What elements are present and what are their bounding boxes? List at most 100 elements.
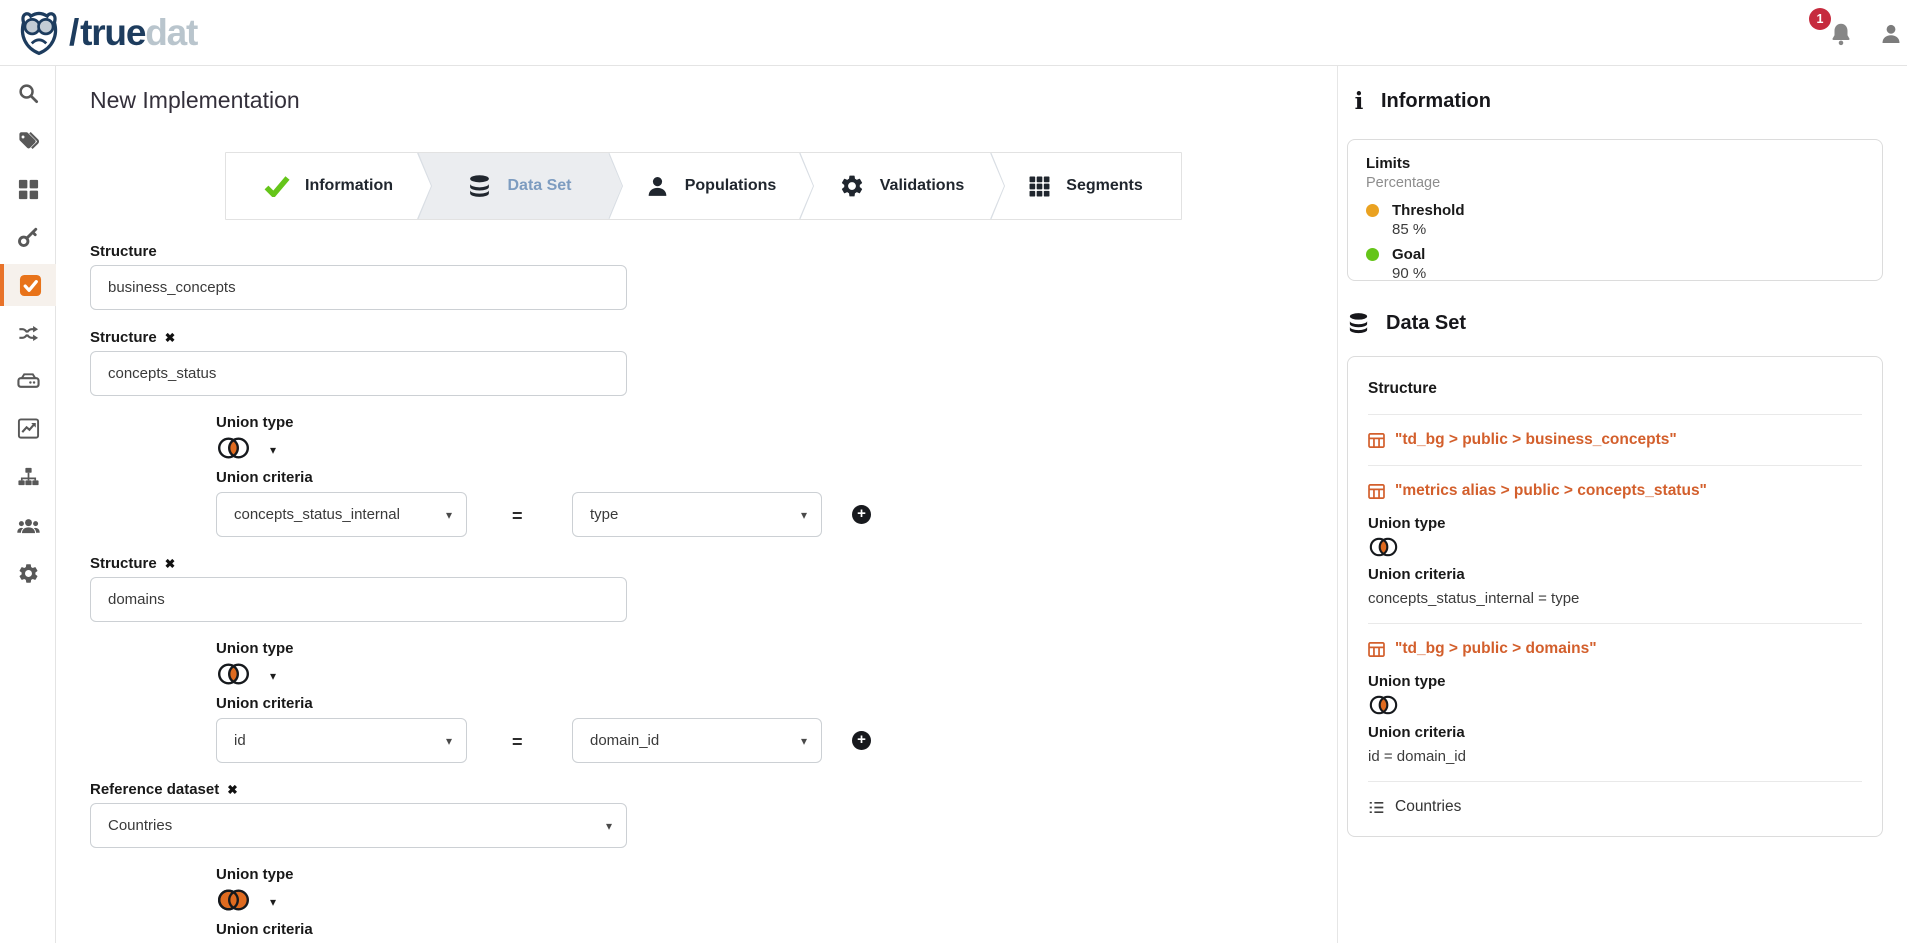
selected-value: domain_id	[590, 732, 659, 749]
limits-title: Limits	[1366, 155, 1864, 172]
sidebar-item-key[interactable]	[0, 215, 56, 257]
union-type-selector[interactable]	[216, 434, 276, 462]
grid-icon	[17, 178, 40, 201]
structure-input-base[interactable]	[90, 265, 627, 310]
tab-validations[interactable]: Validations	[799, 153, 1004, 219]
hard-drive-icon	[17, 370, 40, 393]
structure-label: Structure ✖	[90, 555, 175, 572]
label-text: Union type	[216, 866, 294, 883]
sidebar-item-chart[interactable]	[0, 407, 56, 449]
goal-label: Goal	[1392, 246, 1425, 263]
threshold-dot-icon	[1366, 204, 1379, 217]
structure-node-link[interactable]: "td_bg > public > business_concepts"	[1368, 431, 1862, 449]
reference-name: Countries	[1395, 798, 1461, 816]
tab-data-set[interactable]: Data Set	[417, 153, 622, 219]
brand-true: true	[80, 12, 145, 53]
tab-populations[interactable]: Populations	[608, 153, 813, 219]
union-criteria-right-select[interactable]: type	[572, 492, 822, 537]
database-icon	[467, 174, 492, 199]
brand-dat: dat	[145, 12, 197, 53]
sidebar-item-search[interactable]	[0, 72, 56, 114]
structure-input-join1[interactable]	[90, 351, 627, 396]
union-type-selector[interactable]	[216, 886, 276, 914]
info-icon: i	[1353, 88, 1365, 115]
dataset-panel-title: Data Set	[1347, 312, 1466, 335]
caret-down-icon	[606, 819, 612, 833]
caret-down-icon	[270, 669, 276, 683]
divider	[1368, 465, 1862, 466]
label-text: Structure	[90, 329, 157, 346]
structure-input-join2[interactable]	[90, 577, 627, 622]
tab-label: Populations	[685, 177, 777, 195]
union-type-selector[interactable]	[216, 660, 276, 688]
brand-wordmark: /truedat	[65, 14, 197, 51]
sidebar-item-hard-drive[interactable]	[0, 360, 56, 402]
sidebar-item-sitemap[interactable]	[0, 456, 56, 498]
union-criteria-left-select[interactable]: concepts_status_internal	[216, 492, 467, 537]
add-criteria-button[interactable]	[852, 505, 871, 524]
label-text: Union criteria	[216, 469, 313, 486]
sidebar-item-users[interactable]	[0, 504, 56, 546]
reference-dataset-select[interactable]: Countries	[90, 803, 627, 848]
union-criteria-text: id = domain_id	[1368, 748, 1862, 765]
tags-icon	[17, 130, 40, 153]
venn-full-join-icon	[216, 886, 251, 914]
threshold-value: 85 %	[1392, 221, 1864, 238]
remove-structure-icon[interactable]: ✖	[165, 330, 175, 345]
venn-inner-join-icon	[1368, 535, 1862, 564]
users-icon	[17, 514, 40, 537]
notifications-button[interactable]	[1828, 21, 1854, 47]
person-icon	[645, 174, 670, 199]
union-criteria-left-select[interactable]: id	[216, 718, 467, 763]
union-type-label: Union type	[1368, 515, 1862, 532]
equals-operator: =	[512, 506, 523, 527]
threshold-label: Threshold	[1392, 202, 1465, 219]
remove-structure-icon[interactable]: ✖	[165, 556, 175, 571]
structure-label: Structure ✖	[90, 329, 175, 346]
database-icon	[1347, 312, 1370, 335]
notification-badge: 1	[1809, 8, 1831, 30]
union-criteria-label: Union criteria	[216, 921, 313, 938]
sidebar-item-shuffle[interactable]	[0, 312, 56, 354]
label-text: Union criteria	[216, 921, 313, 938]
sitemap-icon	[17, 466, 40, 489]
user-menu-button[interactable]	[1879, 22, 1903, 46]
selected-value: type	[590, 506, 618, 523]
selected-value: id	[234, 732, 246, 749]
tab-label: Information	[305, 177, 393, 195]
remove-reference-icon[interactable]: ✖	[227, 782, 237, 797]
selected-value: Countries	[108, 817, 172, 834]
reference-dataset-link[interactable]: Countries	[1368, 798, 1862, 816]
union-criteria-right-select[interactable]: domain_id	[572, 718, 822, 763]
venn-inner-join-icon	[1368, 693, 1862, 722]
panel-title-text: Information	[1381, 90, 1491, 113]
divider	[1368, 623, 1862, 624]
goal-value: 90 %	[1392, 265, 1864, 282]
union-criteria-text: concepts_status_internal = type	[1368, 590, 1862, 607]
label-text: Reference dataset	[90, 781, 219, 798]
structure-label: Structure	[90, 243, 157, 260]
union-type-label: Union type	[216, 640, 294, 657]
caret-down-icon	[270, 895, 276, 909]
label-text: Union criteria	[216, 695, 313, 712]
reference-dataset-label: Reference dataset ✖	[90, 781, 238, 798]
divider	[1368, 414, 1862, 415]
union-criteria-label: Union criteria	[216, 695, 313, 712]
brand-logo[interactable]: /truedat	[16, 8, 197, 57]
structure-node-link[interactable]: "td_bg > public > domains"	[1368, 640, 1862, 658]
sidebar-item-tags[interactable]	[0, 120, 56, 162]
structure-node-link[interactable]: "metrics alias > public > concepts_statu…	[1368, 482, 1862, 500]
caret-down-icon	[270, 443, 276, 457]
structure-section-title: Structure	[1368, 380, 1862, 398]
sidebar-item-settings[interactable]	[0, 552, 56, 594]
tab-segments[interactable]: Segments	[990, 153, 1181, 219]
sidebar-item-quality[interactable]	[0, 264, 56, 306]
add-criteria-button[interactable]	[852, 731, 871, 750]
label-text: Union type	[216, 640, 294, 657]
key-icon	[17, 225, 40, 248]
tab-information[interactable]: Information	[226, 153, 431, 219]
owl-logo-icon	[16, 8, 62, 57]
selected-value: concepts_status_internal	[234, 506, 400, 523]
equals-operator: =	[512, 732, 523, 753]
sidebar-item-grid[interactable]	[0, 168, 56, 210]
